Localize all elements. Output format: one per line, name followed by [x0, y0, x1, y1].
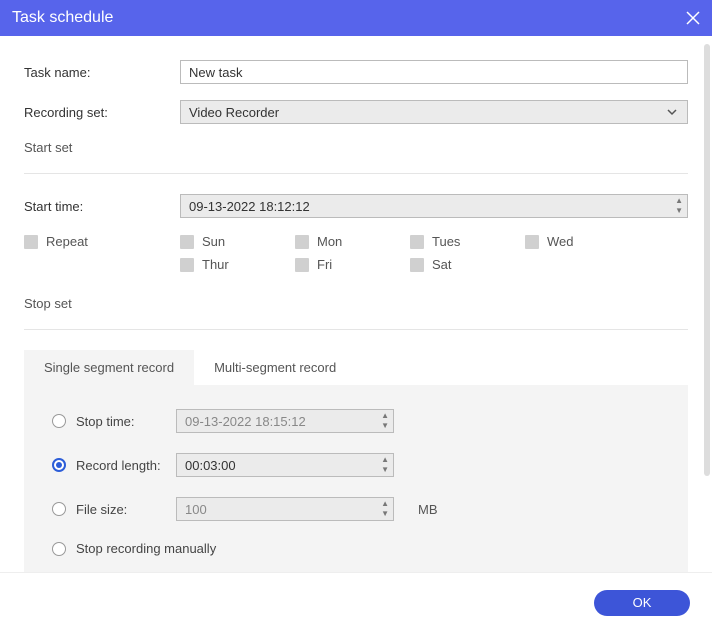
record-length-value: 00:03:00	[185, 458, 236, 473]
spinner-down-icon[interactable]: ▼	[381, 509, 389, 519]
content-area: Task name: Recording set: Video Recorder…	[0, 36, 712, 572]
stop-time-row: Stop time: 09-13-2022 18:15:12 ▲ ▼	[52, 409, 660, 433]
start-set-heading: Start set	[24, 140, 688, 155]
sun-checkbox[interactable]	[180, 235, 194, 249]
tab-multi-segment[interactable]: Multi-segment record	[194, 350, 356, 385]
day-sat: Sat	[410, 257, 525, 272]
wed-checkbox[interactable]	[525, 235, 539, 249]
close-button[interactable]	[686, 11, 700, 25]
start-time-value: 09-13-2022 18:12:12	[189, 199, 310, 214]
recording-set-label: Recording set:	[24, 105, 180, 120]
manual-row: Stop recording manually	[52, 541, 660, 556]
mon-label: Mon	[317, 234, 342, 249]
tues-label: Tues	[432, 234, 460, 249]
spinner-up-icon[interactable]: ▲	[381, 499, 389, 509]
divider	[24, 173, 688, 174]
ok-button[interactable]: OK	[594, 590, 690, 616]
record-length-radio[interactable]	[52, 458, 66, 472]
day-sun: Sun	[180, 234, 295, 249]
start-time-spinner[interactable]: 09-13-2022 18:12:12 ▲ ▼	[180, 194, 688, 218]
stop-time-radio[interactable]	[52, 414, 66, 428]
file-size-row: File size: 100 ▲ ▼ MB	[52, 497, 660, 521]
start-time-row: Start time: 09-13-2022 18:12:12 ▲ ▼	[24, 194, 688, 218]
file-size-radio[interactable]	[52, 502, 66, 516]
tab-single-segment[interactable]: Single segment record	[24, 350, 194, 385]
record-length-spinner[interactable]: 00:03:00 ▲ ▼	[176, 453, 394, 477]
chevron-down-icon	[665, 105, 679, 119]
task-name-input[interactable]	[180, 60, 688, 84]
single-segment-panel: Stop time: 09-13-2022 18:15:12 ▲ ▼ Recor…	[24, 385, 688, 572]
file-size-label: File size:	[76, 502, 176, 517]
repeat-row: Repeat Sun Mon Tues Wed Thur Fri Sat	[24, 234, 688, 280]
day-fri: Fri	[295, 257, 410, 272]
sun-label: Sun	[202, 234, 225, 249]
stop-time-spinner[interactable]: 09-13-2022 18:15:12 ▲ ▼	[176, 409, 394, 433]
close-icon	[686, 11, 700, 25]
spinner-down-icon[interactable]: ▼	[381, 421, 389, 431]
day-wed: Wed	[525, 234, 640, 249]
recording-set-row: Recording set: Video Recorder	[24, 100, 688, 124]
spinner-buttons: ▲ ▼	[381, 411, 389, 431]
day-mon: Mon	[295, 234, 410, 249]
stop-set-heading: Stop set	[24, 296, 688, 311]
tues-checkbox[interactable]	[410, 235, 424, 249]
day-tues: Tues	[410, 234, 525, 249]
recording-set-value: Video Recorder	[189, 105, 279, 120]
spinner-down-icon[interactable]: ▼	[675, 206, 683, 216]
repeat-checkbox[interactable]	[24, 235, 38, 249]
recording-set-select[interactable]: Video Recorder	[180, 100, 688, 124]
fri-label: Fri	[317, 257, 332, 272]
repeat-cell: Repeat	[24, 234, 180, 249]
manual-radio[interactable]	[52, 542, 66, 556]
divider	[24, 329, 688, 330]
spinner-down-icon[interactable]: ▼	[381, 465, 389, 475]
window-title: Task schedule	[12, 9, 113, 27]
manual-label: Stop recording manually	[76, 541, 216, 556]
task-name-label: Task name:	[24, 65, 180, 80]
file-size-unit: MB	[418, 502, 438, 517]
start-time-label: Start time:	[24, 199, 180, 214]
task-name-row: Task name:	[24, 60, 688, 84]
scrollbar[interactable]	[704, 44, 710, 476]
repeat-label: Repeat	[46, 234, 88, 249]
sat-label: Sat	[432, 257, 452, 272]
record-length-label: Record length:	[76, 458, 176, 473]
spinner-up-icon[interactable]: ▲	[675, 196, 683, 206]
day-thur: Thur	[180, 257, 295, 272]
fri-checkbox[interactable]	[295, 258, 309, 272]
record-length-row: Record length: 00:03:00 ▲ ▼	[52, 453, 660, 477]
stop-time-label: Stop time:	[76, 414, 176, 429]
spinner-buttons: ▲ ▼	[381, 455, 389, 475]
thur-checkbox[interactable]	[180, 258, 194, 272]
sat-checkbox[interactable]	[410, 258, 424, 272]
thur-label: Thur	[202, 257, 229, 272]
footer: OK	[0, 572, 712, 632]
file-size-value: 100	[185, 502, 207, 517]
stop-time-value: 09-13-2022 18:15:12	[185, 414, 306, 429]
days-group: Sun Mon Tues Wed Thur Fri Sat	[180, 234, 688, 280]
stop-tabs: Single segment record Multi-segment reco…	[24, 350, 688, 385]
file-size-spinner[interactable]: 100 ▲ ▼	[176, 497, 394, 521]
mon-checkbox[interactable]	[295, 235, 309, 249]
spinner-buttons: ▲ ▼	[675, 196, 683, 216]
spinner-buttons: ▲ ▼	[381, 499, 389, 519]
spinner-up-icon[interactable]: ▲	[381, 455, 389, 465]
titlebar: Task schedule	[0, 0, 712, 36]
wed-label: Wed	[547, 234, 574, 249]
spinner-up-icon[interactable]: ▲	[381, 411, 389, 421]
